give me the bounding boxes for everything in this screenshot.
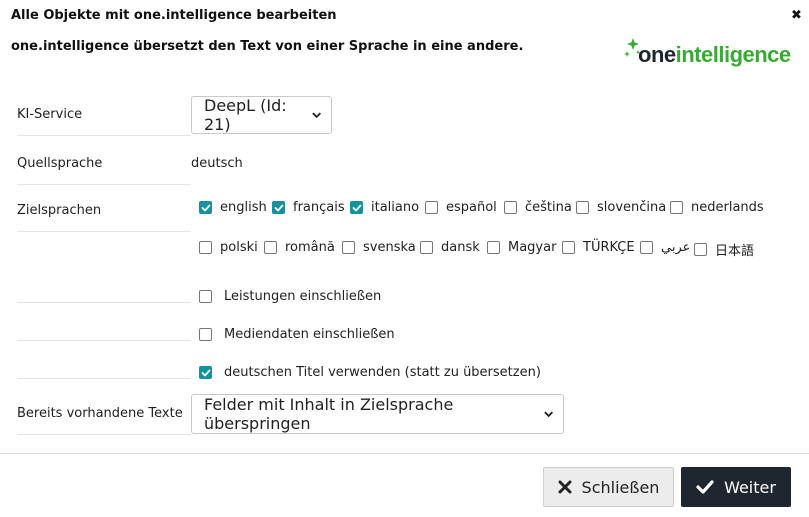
source-language-label: Quellsprache — [17, 156, 103, 171]
target-language-label: TÜRKÇE — [583, 240, 635, 255]
target-language-label: svenska — [363, 240, 416, 255]
oneintelligence-logo: oneintelligence — [624, 36, 796, 70]
existing-texts-label: Bereits vorhandene Texte — [17, 406, 183, 421]
target-language-turkce[interactable]: TÜRKÇE — [562, 240, 635, 255]
row-divider — [17, 434, 191, 435]
logo-prefix: one — [638, 42, 676, 67]
existing-texts-select[interactable]: Felder mit Inhalt in Zielsprache überspr… — [191, 394, 564, 434]
ki-service-label: KI-Service — [17, 107, 83, 122]
ki-service-select[interactable]: DeepL (Id: 21) — [191, 96, 332, 134]
row-divider — [17, 378, 191, 379]
checkbox[interactable] — [264, 241, 277, 254]
target-language-label: español — [446, 200, 497, 215]
include-services-option[interactable]: Leistungen einschließen — [199, 289, 381, 304]
svg-text:oneintelligence: oneintelligence — [638, 42, 791, 67]
target-language-label: dansk — [441, 240, 480, 255]
checkbox[interactable] — [425, 201, 438, 214]
ki-service-value: DeepL (Id: 21) — [204, 96, 287, 134]
target-language-label: english — [220, 200, 267, 215]
chevron-down-icon — [543, 411, 553, 418]
target-language-label: عربي — [661, 240, 691, 255]
check-icon — [696, 480, 714, 494]
target-language-label: čeština — [525, 200, 572, 215]
checkbox[interactable] — [640, 241, 653, 254]
option-label: Leistungen einschließen — [224, 289, 382, 304]
target-language-italiano[interactable]: italiano — [350, 200, 419, 215]
checkbox[interactable] — [199, 328, 212, 341]
close-icon — [558, 480, 572, 494]
dialog-title: Alle Objekte mit one.intelligence bearbe… — [11, 8, 337, 23]
target-language-label: nederlands — [691, 200, 764, 215]
target-language-label: polski — [220, 240, 258, 255]
checkbox[interactable] — [199, 290, 212, 303]
checkbox[interactable] — [199, 366, 212, 379]
row-divider — [17, 302, 191, 303]
logo-suffix: intelligence — [676, 42, 791, 67]
checkbox[interactable] — [487, 241, 500, 254]
option-label: deutschen Titel verwenden (statt zu über… — [224, 365, 541, 380]
option-label: Mediendaten einschließen — [224, 327, 395, 342]
source-language-value: deutsch — [191, 156, 243, 171]
existing-texts-value: Felder mit Inhalt in Zielsprache überspr… — [204, 395, 454, 433]
close-icon[interactable]: ✖ — [791, 8, 802, 24]
target-language-label: română — [285, 240, 335, 255]
target-language-nederlands[interactable]: nederlands — [670, 200, 764, 215]
use-german-title-option[interactable]: deutschen Titel verwenden (statt zu über… — [199, 365, 541, 380]
target-language-romana[interactable]: română — [264, 240, 335, 255]
row-divider — [17, 184, 191, 185]
checkbox[interactable] — [504, 201, 517, 214]
row-divider — [17, 135, 191, 136]
chevron-down-icon — [312, 112, 321, 119]
checkbox[interactable] — [562, 241, 575, 254]
target-language-svenska[interactable]: svenska — [342, 240, 416, 255]
target-languages-label: Zielsprachen — [17, 203, 102, 218]
checkbox[interactable] — [350, 201, 363, 214]
next-button[interactable]: Weiter — [681, 467, 791, 507]
next-button-label: Weiter — [724, 477, 776, 497]
checkbox[interactable] — [670, 201, 683, 214]
checkbox[interactable] — [694, 243, 707, 256]
close-button-label: Schließen — [581, 477, 660, 497]
target-language-francais[interactable]: français — [272, 200, 345, 215]
target-language-label: slovenčina — [597, 200, 667, 215]
target-language-polski[interactable]: polski — [199, 240, 258, 255]
checkbox[interactable] — [342, 241, 355, 254]
dialog-subtitle: one.intelligence übersetzt den Text von … — [11, 39, 524, 54]
checkbox[interactable] — [272, 201, 285, 214]
close-button[interactable]: Schließen — [543, 467, 674, 507]
target-language-label: français — [293, 200, 345, 215]
target-language-lang-13[interactable]: عربي — [640, 240, 690, 255]
target-language-label: 日本語 — [715, 244, 755, 259]
target-language-dansk[interactable]: dansk — [420, 240, 480, 255]
checkbox[interactable] — [576, 201, 589, 214]
target-language-label: Magyar — [508, 240, 557, 255]
target-language-slovencina[interactable]: slovenčina — [576, 200, 666, 215]
row-divider — [17, 231, 191, 232]
target-language-english[interactable]: english — [199, 200, 267, 215]
target-language-cestina[interactable]: čeština — [504, 200, 572, 215]
target-language-label: italiano — [371, 200, 420, 215]
target-language-lang-14[interactable]: 日本語 — [694, 240, 754, 259]
target-language-espanol[interactable]: español — [425, 200, 497, 215]
checkbox[interactable] — [199, 241, 212, 254]
row-divider — [17, 340, 191, 341]
checkbox[interactable] — [199, 201, 212, 214]
checkbox[interactable] — [420, 241, 433, 254]
target-language-magyar[interactable]: Magyar — [487, 240, 556, 255]
include-media-option[interactable]: Mediendaten einschließen — [199, 327, 395, 342]
footer-divider — [0, 453, 809, 454]
